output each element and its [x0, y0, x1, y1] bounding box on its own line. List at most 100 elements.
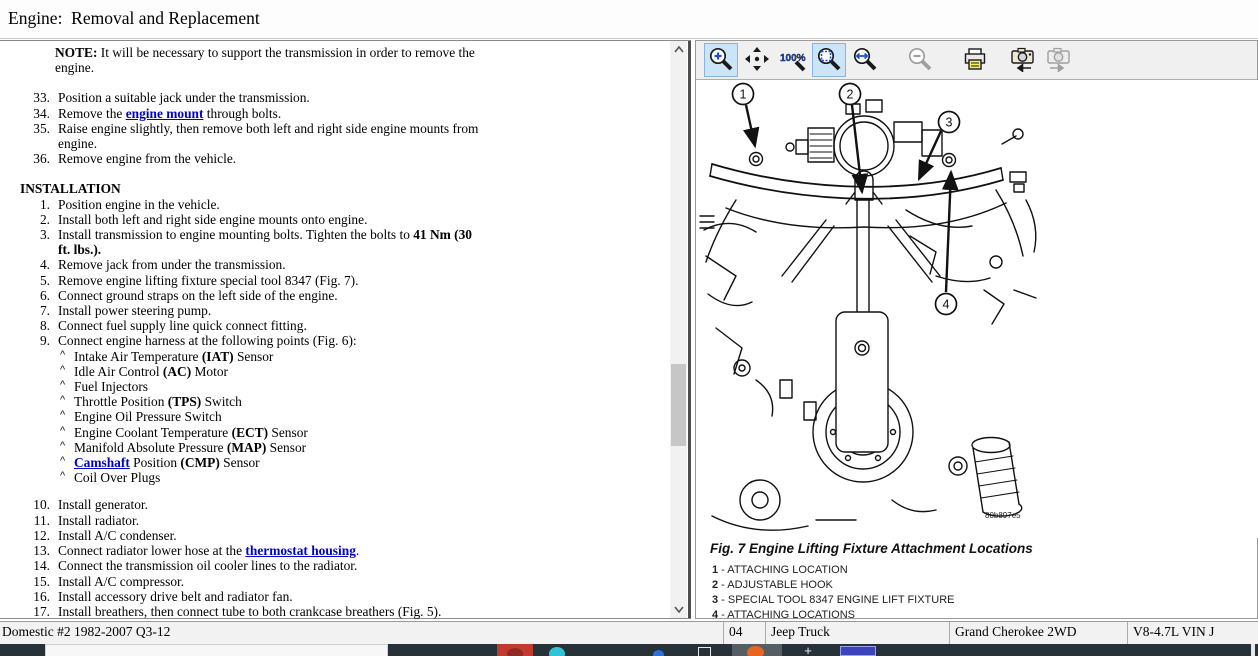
- taskbar-app-red[interactable]: [497, 644, 533, 656]
- step-text: Connect the transmission oil cooler line…: [58, 558, 486, 573]
- title-divider: [0, 38, 1258, 39]
- step-item: 34.Remove the engine mount through bolts…: [20, 106, 520, 121]
- spacer: [20, 75, 520, 90]
- zoom-fit-button[interactable]: [812, 43, 846, 77]
- text-segment: Idle Air Control: [74, 364, 163, 379]
- taskbar-app-active-orange[interactable]: [732, 644, 782, 656]
- vertical-scrollbar[interactable]: [670, 41, 687, 618]
- zoom-100-button[interactable]: 100%: [776, 43, 810, 77]
- prev-image-button[interactable]: [1006, 43, 1040, 77]
- windows-taskbar[interactable]: +: [0, 644, 1258, 656]
- taskbar-app-blue[interactable]: [651, 644, 667, 656]
- taskbar-edge-sliver[interactable]: [1251, 644, 1255, 656]
- text-segment: Sensor: [268, 425, 308, 440]
- bullet-marker: ^: [60, 348, 74, 363]
- taskbar-app-window-outline[interactable]: [697, 644, 713, 656]
- step-item: 7.Install power steering pump.: [20, 303, 520, 318]
- text-segment: Position engine in the vehicle.: [58, 197, 220, 212]
- step-number: 35.: [20, 121, 50, 151]
- callout-2-label: 2: [847, 88, 854, 102]
- status-segment: Domestic #2 1982-2007 Q3-12: [0, 622, 724, 644]
- zoom-width-button[interactable]: [848, 43, 882, 77]
- taskbar-search-box[interactable]: [45, 644, 388, 656]
- status-bar: Domestic #2 1982-2007 Q3-1204Jeep TruckG…: [0, 621, 1258, 644]
- step-text: Install power steering pump.: [58, 303, 486, 318]
- app-window: Engine: Removal and Replacement NOTE: It…: [0, 0, 1258, 656]
- text-segment: Throttle Position: [74, 394, 168, 409]
- text-segment: Install A/C condenser.: [58, 528, 177, 543]
- text-segment: Fuel Injectors: [74, 379, 148, 394]
- step-item: 4.Remove jack from under the transmissio…: [20, 257, 520, 272]
- step-item: 8.Connect fuel supply line quick connect…: [20, 318, 520, 333]
- legend-item: 2 - ADJUSTABLE HOOK: [712, 578, 955, 593]
- step-text: Connect fuel supply line quick connect f…: [58, 318, 486, 333]
- taskbar-app-window-outline-icon: [698, 647, 711, 656]
- text-segment: Install radiator.: [58, 513, 139, 528]
- step-number: 11.: [20, 513, 50, 528]
- note-label: NOTE:: [55, 45, 97, 60]
- harness-point-text: Camshaft Position (CMP) Sensor: [74, 455, 486, 470]
- print-icon: [962, 46, 988, 75]
- callout-4-arrow: [946, 172, 951, 292]
- zoom-out-button[interactable]: [903, 43, 937, 77]
- zoom-out-icon: [907, 46, 933, 75]
- harness-point-item: ^Throttle Position (TPS) Switch: [60, 394, 486, 409]
- text-segment: Connect the transmission oil cooler line…: [58, 558, 357, 573]
- step-number: 34.: [20, 106, 50, 121]
- step-text: Install A/C compressor.: [58, 574, 486, 589]
- taskbar-app-purple[interactable]: [840, 644, 878, 656]
- step-item: 13.Connect radiator lower hose at the th…: [20, 543, 520, 558]
- zoom-in-icon: [708, 46, 734, 75]
- title-bar: Engine: Removal and Replacement: [0, 0, 1258, 38]
- scroll-down-button[interactable]: [670, 600, 687, 617]
- inline-link[interactable]: Camshaft: [74, 455, 130, 470]
- bullet-marker: ^: [60, 378, 74, 393]
- taskbar-app-plus[interactable]: +: [802, 644, 814, 656]
- step-item: 6.Connect ground straps on the left side…: [20, 288, 520, 303]
- text-segment: through bolts.: [203, 106, 281, 121]
- harness-point-item: ^Fuel Injectors: [60, 379, 486, 394]
- figure-viewer-panel: 100%: [695, 40, 1258, 619]
- text-segment: (ECT): [232, 425, 268, 440]
- step-item: 11. Install radiator.: [20, 513, 520, 528]
- taskbar-app-cyan[interactable]: [548, 644, 568, 656]
- step-number: 6.: [20, 288, 50, 303]
- scrollbar-thumb[interactable]: [671, 364, 686, 446]
- pan-button[interactable]: [740, 43, 774, 77]
- step-item: 2.Install both left and right side engin…: [20, 212, 520, 227]
- text-segment: (MAP): [227, 440, 266, 455]
- legend-item: 1 - ATTACHING LOCATION: [712, 563, 955, 578]
- step-item: 16.Install accessory drive belt and radi…: [20, 589, 520, 604]
- harness-point-item: ^Coil Over Plugs: [60, 470, 486, 485]
- text-segment: Sensor: [266, 440, 306, 455]
- text-segment: Position a suitable jack under the trans…: [58, 90, 310, 105]
- legend-item-number: 1: [712, 564, 718, 576]
- status-segment: 04: [724, 622, 766, 644]
- harness-point-text: Engine Coolant Temperature (ECT) Sensor: [74, 425, 486, 440]
- legend-item-number: 3: [712, 594, 718, 606]
- harness-point-list: ^Intake Air Temperature (IAT) Sensor^Idl…: [58, 349, 486, 486]
- step-item: 14.Connect the transmission oil cooler l…: [20, 558, 520, 573]
- text-segment: Connect fuel supply line quick connect f…: [58, 318, 307, 333]
- taskbar-app-purple-icon: [840, 646, 876, 656]
- text-segment: Install A/C compressor.: [58, 574, 184, 589]
- text-segment: (TPS): [168, 394, 201, 409]
- zoom-in-button[interactable]: [704, 43, 738, 77]
- step-number: 16.: [20, 589, 50, 604]
- step-item: 12.Install A/C condenser.: [20, 528, 520, 543]
- text-segment: Position: [130, 455, 181, 470]
- bullet-marker: ^: [60, 408, 74, 423]
- status-segment: Grand Cherokee 2WD: [950, 622, 1128, 644]
- text-segment: Install transmission to engine mounting …: [58, 227, 413, 242]
- harness-point-text: Intake Air Temperature (IAT) Sensor: [74, 349, 486, 364]
- scroll-up-button[interactable]: [670, 41, 687, 58]
- print-button[interactable]: [958, 43, 992, 77]
- step-item: 36.Remove engine from the vehicle.: [20, 151, 520, 166]
- bullet-marker: ^: [60, 363, 74, 378]
- inline-link[interactable]: thermostat housing: [245, 543, 355, 558]
- panel-divider[interactable]: [688, 41, 691, 618]
- step-number: 1.: [20, 197, 50, 212]
- step-number: 4.: [20, 257, 50, 272]
- inline-link[interactable]: engine mount: [126, 106, 204, 121]
- next-image-button[interactable]: [1042, 43, 1076, 77]
